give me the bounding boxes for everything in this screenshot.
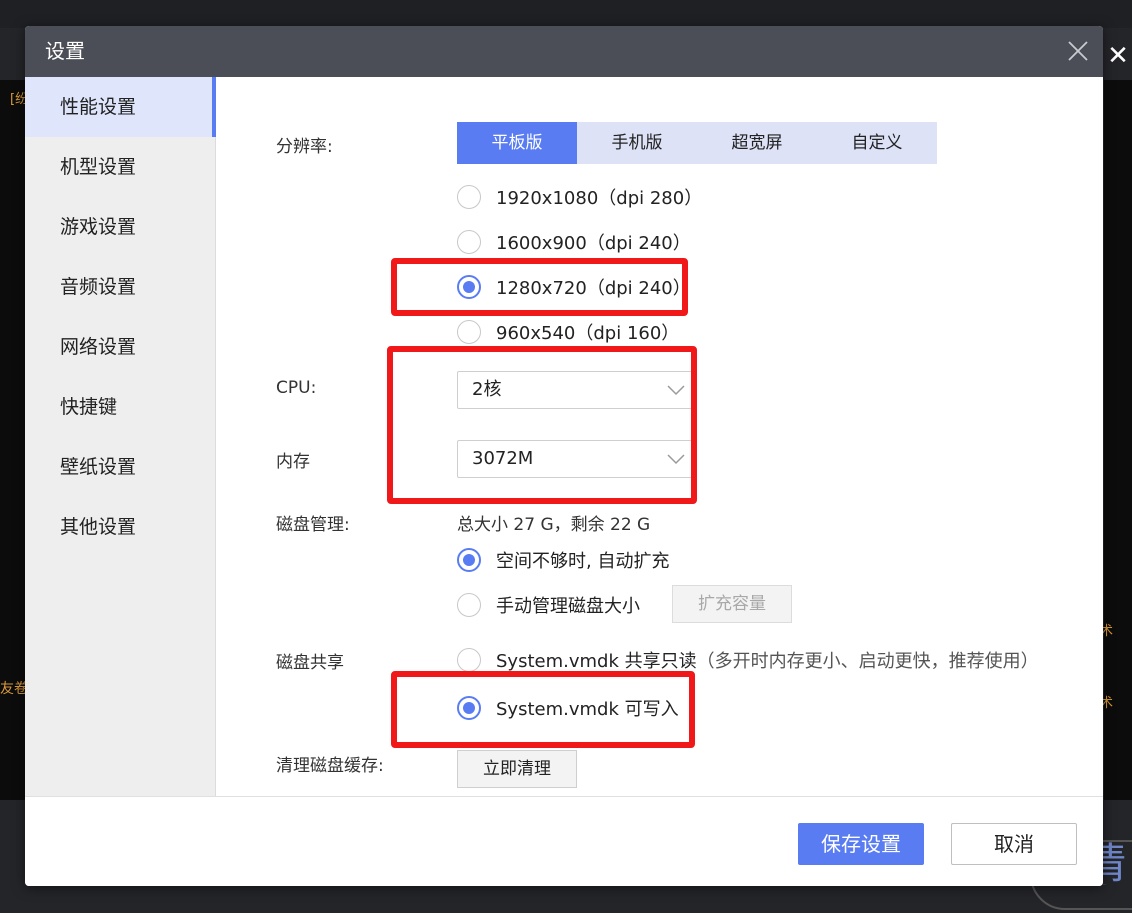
radio-button[interactable] [457,648,481,672]
sidebar-item-audio[interactable]: 音频设置 [25,257,216,317]
memory-label: 内存 [276,452,310,472]
radio-hint: （多开时内存更小、启动更快，推荐使用） [696,651,1039,672]
memory-value: 3072M [472,448,534,469]
radio-label: 1600x900（dpi 240） [496,233,691,254]
close-icon [1068,41,1088,61]
cpu-select[interactable]: 2核 [457,371,697,409]
resolution-option-960[interactable]: 960x540（dpi 160） [457,317,679,347]
disk-share-label: 磁盘共享 [276,653,344,673]
resolution-label: 分辨率: [276,137,333,157]
sidebar-item-device-model[interactable]: 机型设置 [25,137,216,197]
disk-share-option-readonly[interactable]: System.vmdk 共享只读 （多开时内存更小、启动更快，推荐使用） [457,645,1039,675]
radio-button-checked[interactable] [457,275,481,299]
resolution-tabs: 平板版 手机版 超宽屏 自定义 [457,122,937,164]
radio-label: System.vmdk 可写入 [496,699,679,720]
radio-button-checked[interactable] [457,696,481,720]
disk-summary: 总大小 27 G，剩余 22 G [457,515,651,535]
resolution-option-1280[interactable]: 1280x720（dpi 240） [457,272,691,302]
radio-button[interactable] [457,593,481,617]
disk-share-option-writable[interactable]: System.vmdk 可写入 [457,693,679,723]
save-settings-button[interactable]: 保存设置 [798,823,924,865]
tab-phone[interactable]: 手机版 [577,122,697,164]
resolution-option-1600[interactable]: 1600x900（dpi 240） [457,227,691,257]
tab-ultrawide[interactable]: 超宽屏 [697,122,817,164]
radio-label: 960x540（dpi 160） [496,323,680,344]
clear-now-button[interactable]: 立即清理 [457,750,577,788]
background-top-bar [0,0,1132,28]
sidebar-item-other[interactable]: 其他设置 [25,497,216,557]
radio-button-checked[interactable] [457,548,481,572]
disk-label: 磁盘管理: [276,515,350,535]
sidebar-item-performance[interactable]: 性能设置 [25,77,216,137]
settings-sidebar: 性能设置 机型设置 游戏设置 音频设置 网络设置 快捷键 壁纸设置 其他设置 [25,77,216,796]
dialog-titlebar: 设置 [25,26,1103,77]
cancel-button[interactable]: 取消 [951,823,1077,865]
sidebar-item-shortcuts[interactable]: 快捷键 [25,377,216,437]
memory-select[interactable]: 3072M [457,440,697,478]
radio-button[interactable] [457,320,481,344]
radio-button[interactable] [457,230,481,254]
radio-label: 1920x1080（dpi 280） [496,188,703,209]
radio-label: 手动管理磁盘大小 [496,596,640,617]
dialog-title: 设置 [45,39,85,63]
clear-cache-label: 清理磁盘缓存: [276,756,384,776]
tab-custom[interactable]: 自定义 [817,122,937,164]
radio-label: 1280x720（dpi 240） [496,278,691,299]
expand-capacity-button[interactable]: 扩充容量 [672,585,792,623]
close-button[interactable] [1061,34,1095,68]
tab-tablet[interactable]: 平板版 [457,122,577,164]
disk-option-auto-expand[interactable]: 空间不够时, 自动扩充 [457,545,669,575]
sidebar-item-network[interactable]: 网络设置 [25,317,216,377]
background-text-fragment: 友卷 [0,681,28,697]
chevron-down-icon [667,454,685,465]
settings-content: 分辨率: 平板版 手机版 超宽屏 自定义 1920x1080（dpi 280） … [216,77,1103,796]
radio-label: 空间不够时, 自动扩充 [496,551,670,572]
sidebar-item-game[interactable]: 游戏设置 [25,197,216,257]
chevron-down-icon [667,385,685,396]
cpu-label: CPU: [276,378,317,398]
sidebar-item-wallpaper[interactable]: 壁纸设置 [25,437,216,497]
resolution-option-1920[interactable]: 1920x1080（dpi 280） [457,182,702,212]
settings-dialog: 设置 性能设置 机型设置 游戏设置 音频设置 网络设置 快捷键 壁纸设置 其他设… [25,26,1103,886]
radio-button[interactable] [457,185,481,209]
cpu-value: 2核 [472,379,502,400]
background-close-icon[interactable]: ✕ [1104,36,1132,76]
dialog-footer: 保存设置 取消 [25,796,1103,886]
radio-label: System.vmdk 共享只读 [496,651,697,672]
disk-option-manual[interactable]: 手动管理磁盘大小 [457,590,640,620]
